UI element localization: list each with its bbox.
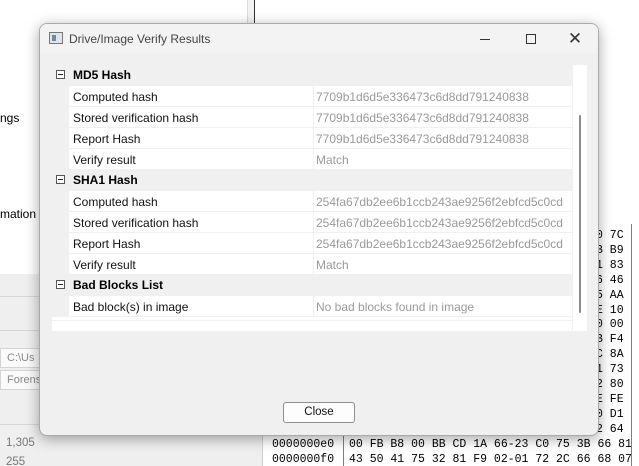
hex-bytes-partial: 0 7C bbox=[596, 229, 631, 242]
property-row[interactable]: Bad block(s) in image No bad blocks found… bbox=[52, 296, 572, 317]
column-divider bbox=[313, 86, 314, 107]
category-title: MD5 Hash bbox=[73, 68, 132, 82]
property-value[interactable]: 7709b1d6d5e336473c6d8dd791240838 bbox=[316, 132, 569, 146]
close-button[interactable]: Close bbox=[283, 402, 355, 423]
category-title: SHA1 Hash bbox=[73, 173, 138, 187]
collapse-icon[interactable] bbox=[56, 280, 65, 289]
properties-grid[interactable]: MD5 Hash Computed hash 7709b1d6d5e336473c6… bbox=[52, 65, 572, 331]
hex-offset: 0000000f0 bbox=[272, 452, 335, 466]
property-value[interactable]: No bad blocks found in image bbox=[316, 300, 569, 314]
background-side-label: mation bbox=[0, 207, 37, 221]
hex-bytes-partial: B B9 bbox=[596, 243, 631, 257]
property-row[interactable]: Verify result Match bbox=[52, 254, 572, 275]
hex-bytes-partial: 6 46 bbox=[596, 273, 631, 287]
vertical-scrollbar[interactable] bbox=[573, 65, 587, 331]
column-divider bbox=[313, 149, 314, 170]
property-name: Bad block(s) in image bbox=[73, 300, 189, 314]
hex-row: 0000000e0 00 FB B8 00 BB CD 1A 66-23 C0 7… bbox=[263, 436, 639, 452]
property-name: Report Hash bbox=[73, 237, 141, 251]
hex-bytes-partial: 0 D1 bbox=[596, 407, 631, 421]
property-name: Stored verification hash bbox=[73, 111, 199, 125]
property-value[interactable]: Match bbox=[316, 153, 569, 167]
hex-separator bbox=[343, 451, 344, 466]
category-header[interactable]: SHA1 Hash bbox=[52, 170, 572, 191]
row-gutter bbox=[52, 212, 69, 233]
property-row[interactable]: Computed hash 254fa67db2ee6b1ccb243ae9256… bbox=[52, 191, 572, 212]
column-divider bbox=[313, 233, 314, 254]
property-value[interactable]: 254fa67db2ee6b1ccb243ae9256f2ebfcd5c0cd bbox=[316, 216, 569, 230]
hex-bytes-partial: C 8A bbox=[596, 348, 631, 362]
hex-bytes-partial: 2 64 bbox=[596, 422, 631, 436]
row-gutter bbox=[52, 86, 69, 107]
hex-bytes-partial: E FE bbox=[596, 392, 631, 406]
row-gutter bbox=[52, 191, 69, 212]
property-row[interactable]: Computed hash 7709b1d6d5e336473c6d8dd7912… bbox=[52, 86, 572, 107]
column-divider bbox=[313, 254, 314, 275]
maximize-icon bbox=[526, 34, 536, 44]
property-value[interactable]: Match bbox=[316, 258, 569, 272]
verify-results-dialog: Drive/Image Verify Results ✕ MD5 Hash Com… bbox=[39, 23, 599, 436]
column-divider bbox=[313, 296, 314, 317]
hex-bytes-partial: 2 80 bbox=[596, 378, 631, 391]
property-row[interactable]: Verify result Match bbox=[52, 149, 572, 170]
property-value[interactable]: 7709b1d6d5e336473c6d8dd791240838 bbox=[316, 111, 569, 125]
property-row[interactable]: Report Hash 7709b1d6d5e336473c6d8dd791240… bbox=[52, 128, 572, 149]
property-name: Computed hash bbox=[73, 195, 158, 209]
minimize-icon bbox=[480, 38, 490, 40]
hex-bytes: 43 50 41 75 32 81 F9 02-01 72 2C 66 68 0… bbox=[349, 452, 632, 466]
background-count: 255 bbox=[6, 456, 26, 466]
property-value[interactable]: 254fa67db2ee6b1ccb243ae9256f2ebfcd5c0cd bbox=[316, 195, 569, 209]
row-gutter bbox=[52, 254, 69, 275]
category-header[interactable]: MD5 Hash bbox=[52, 65, 572, 86]
hex-bytes-partial: E 10 bbox=[596, 303, 631, 317]
column-divider bbox=[313, 212, 314, 233]
property-name: Verify result bbox=[73, 258, 136, 272]
row-gutter bbox=[52, 149, 69, 170]
hex-bytes-partial: 1 83 bbox=[596, 258, 631, 272]
close-icon: ✕ bbox=[567, 29, 583, 49]
background-count: 1,305 bbox=[6, 437, 35, 449]
divider bbox=[52, 320, 572, 321]
property-row[interactable]: Stored verification hash 7709b1d6d5e33647… bbox=[52, 107, 572, 128]
column-divider bbox=[313, 128, 314, 149]
property-row[interactable]: Report Hash 254fa67db2ee6b1ccb243ae9256f2… bbox=[52, 233, 572, 254]
category-title: Bad Blocks List bbox=[73, 278, 164, 292]
row-gutter bbox=[52, 107, 69, 128]
app-window-icon bbox=[49, 32, 63, 44]
property-name: Stored verification hash bbox=[73, 216, 199, 230]
hex-offset: 0000000e0 bbox=[272, 437, 335, 451]
dialog-titlebar[interactable]: Drive/Image Verify Results ✕ bbox=[40, 24, 598, 54]
scrollbar-thumb[interactable] bbox=[579, 115, 581, 313]
property-value[interactable]: 7709b1d6d5e336473c6d8dd791240838 bbox=[316, 90, 569, 104]
hex-separator bbox=[631, 224, 632, 466]
maximize-button[interactable] bbox=[508, 24, 554, 54]
property-row[interactable]: Stored verification hash 254fa67db2ee6b1c… bbox=[52, 212, 572, 233]
property-value[interactable]: 254fa67db2ee6b1ccb243ae9256f2ebfcd5c0cd bbox=[316, 237, 569, 251]
property-name: Computed hash bbox=[73, 90, 158, 104]
property-name: Verify result bbox=[73, 153, 136, 167]
background-side-label: ngs bbox=[0, 111, 20, 125]
column-divider bbox=[313, 191, 314, 212]
row-gutter bbox=[52, 296, 69, 317]
collapse-icon[interactable] bbox=[56, 175, 65, 184]
collapse-icon[interactable] bbox=[56, 70, 65, 79]
minimize-button[interactable] bbox=[462, 24, 508, 54]
hex-bytes-partial: 0 00 bbox=[596, 318, 631, 332]
hex-separator bbox=[343, 436, 344, 452]
hex-bytes-partial: 1 73 bbox=[596, 363, 631, 377]
row-gutter bbox=[52, 128, 69, 149]
property-name: Report Hash bbox=[73, 132, 141, 146]
row-gutter bbox=[52, 233, 69, 254]
column-divider bbox=[313, 107, 314, 128]
category-header[interactable]: Bad Blocks List bbox=[52, 275, 572, 296]
hex-bytes: 00 FB B8 00 BB CD 1A 66-23 C0 75 3B 66 8… bbox=[349, 437, 632, 451]
hex-bytes-partial: B F4 bbox=[596, 333, 631, 347]
dialog-title: Drive/Image Verify Results bbox=[69, 32, 211, 46]
hex-row: 0000000f0 43 50 41 75 32 81 F9 02-01 72 2… bbox=[263, 451, 639, 466]
hex-bytes-partial: 5 AA bbox=[596, 288, 631, 302]
close-window-button[interactable]: ✕ bbox=[552, 24, 598, 54]
